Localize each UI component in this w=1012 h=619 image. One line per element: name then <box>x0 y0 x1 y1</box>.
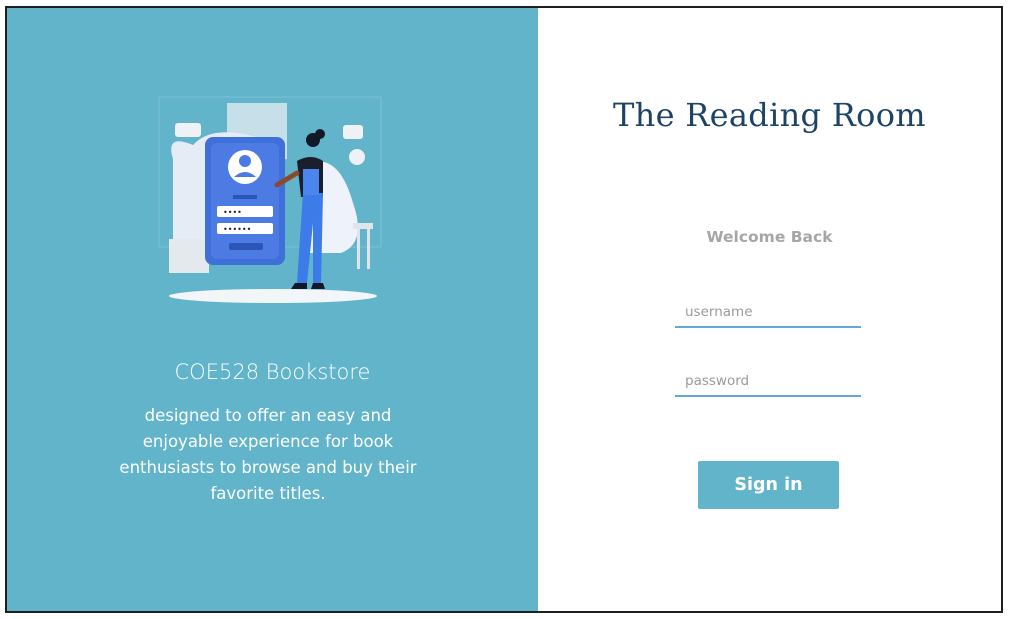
stool-leg <box>357 229 360 269</box>
lamp-right-icon <box>343 125 363 139</box>
floor-shadow <box>169 289 377 303</box>
phone-username-dots: •••• <box>223 208 242 217</box>
stool-top <box>353 223 373 229</box>
login-window: •••• •••••• COE528 Bookstore designed to… <box>5 6 1003 613</box>
welcome-heading: Welcome Back <box>706 228 833 246</box>
brand-title: COE528 Bookstore <box>174 360 371 384</box>
username-input[interactable] <box>675 298 861 328</box>
phone-button <box>229 243 263 250</box>
password-input[interactable] <box>675 367 861 397</box>
cabinet-shape <box>169 239 209 273</box>
lamp-left-icon <box>175 123 201 137</box>
app-title: The Reading Room <box>613 96 926 134</box>
phone-password-dots: •••••• <box>223 225 251 234</box>
login-panel: The Reading Room Welcome Back Sign in <box>538 8 1001 611</box>
person-bib <box>303 169 319 195</box>
person-shoe-left <box>291 283 307 289</box>
lamp-right-bulb-icon <box>349 149 365 165</box>
person-hair-bun <box>315 129 325 139</box>
phone-label-bar <box>233 195 257 199</box>
login-illustration: •••• •••••• <box>158 96 382 303</box>
avatar-head <box>239 155 251 167</box>
person-shoe-right <box>311 283 325 289</box>
brand-description: designed to offer an easy and enjoyable … <box>119 406 417 503</box>
person-overalls <box>297 193 323 285</box>
sign-in-button[interactable]: Sign in <box>698 461 839 509</box>
stool-leg <box>367 229 370 269</box>
brand-panel: •••• •••••• COE528 Bookstore designed to… <box>7 8 538 611</box>
